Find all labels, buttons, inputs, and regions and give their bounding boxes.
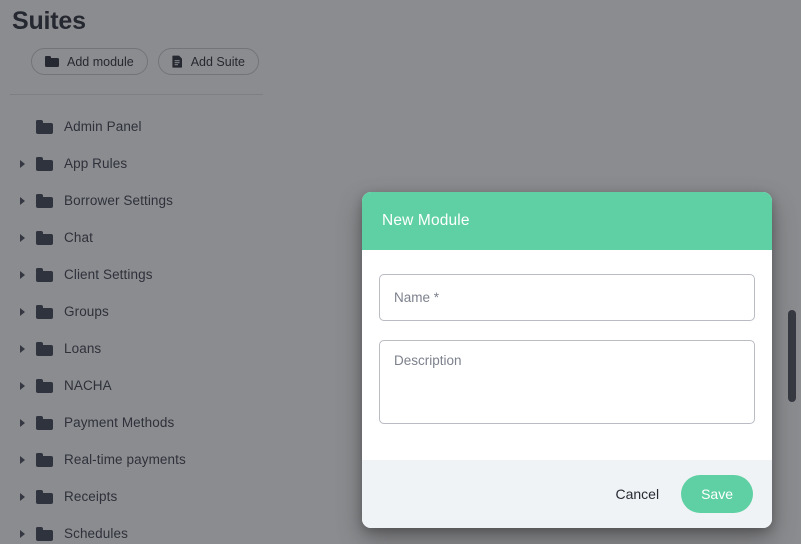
description-input-placeholder: Description <box>394 353 462 368</box>
dialog-footer: Cancel Save <box>362 460 772 528</box>
dialog-header: New Module <box>362 192 772 250</box>
dialog-body: Name * Description <box>362 250 772 460</box>
cancel-button[interactable]: Cancel <box>611 480 663 508</box>
description-input[interactable]: Description <box>379 340 755 424</box>
name-input[interactable]: Name * <box>379 274 755 321</box>
name-input-placeholder: Name * <box>394 290 440 305</box>
dialog-title: New Module <box>382 212 470 229</box>
save-button[interactable]: Save <box>681 475 753 513</box>
new-module-dialog: New Module Name * Description Cancel Sav… <box>362 192 772 528</box>
